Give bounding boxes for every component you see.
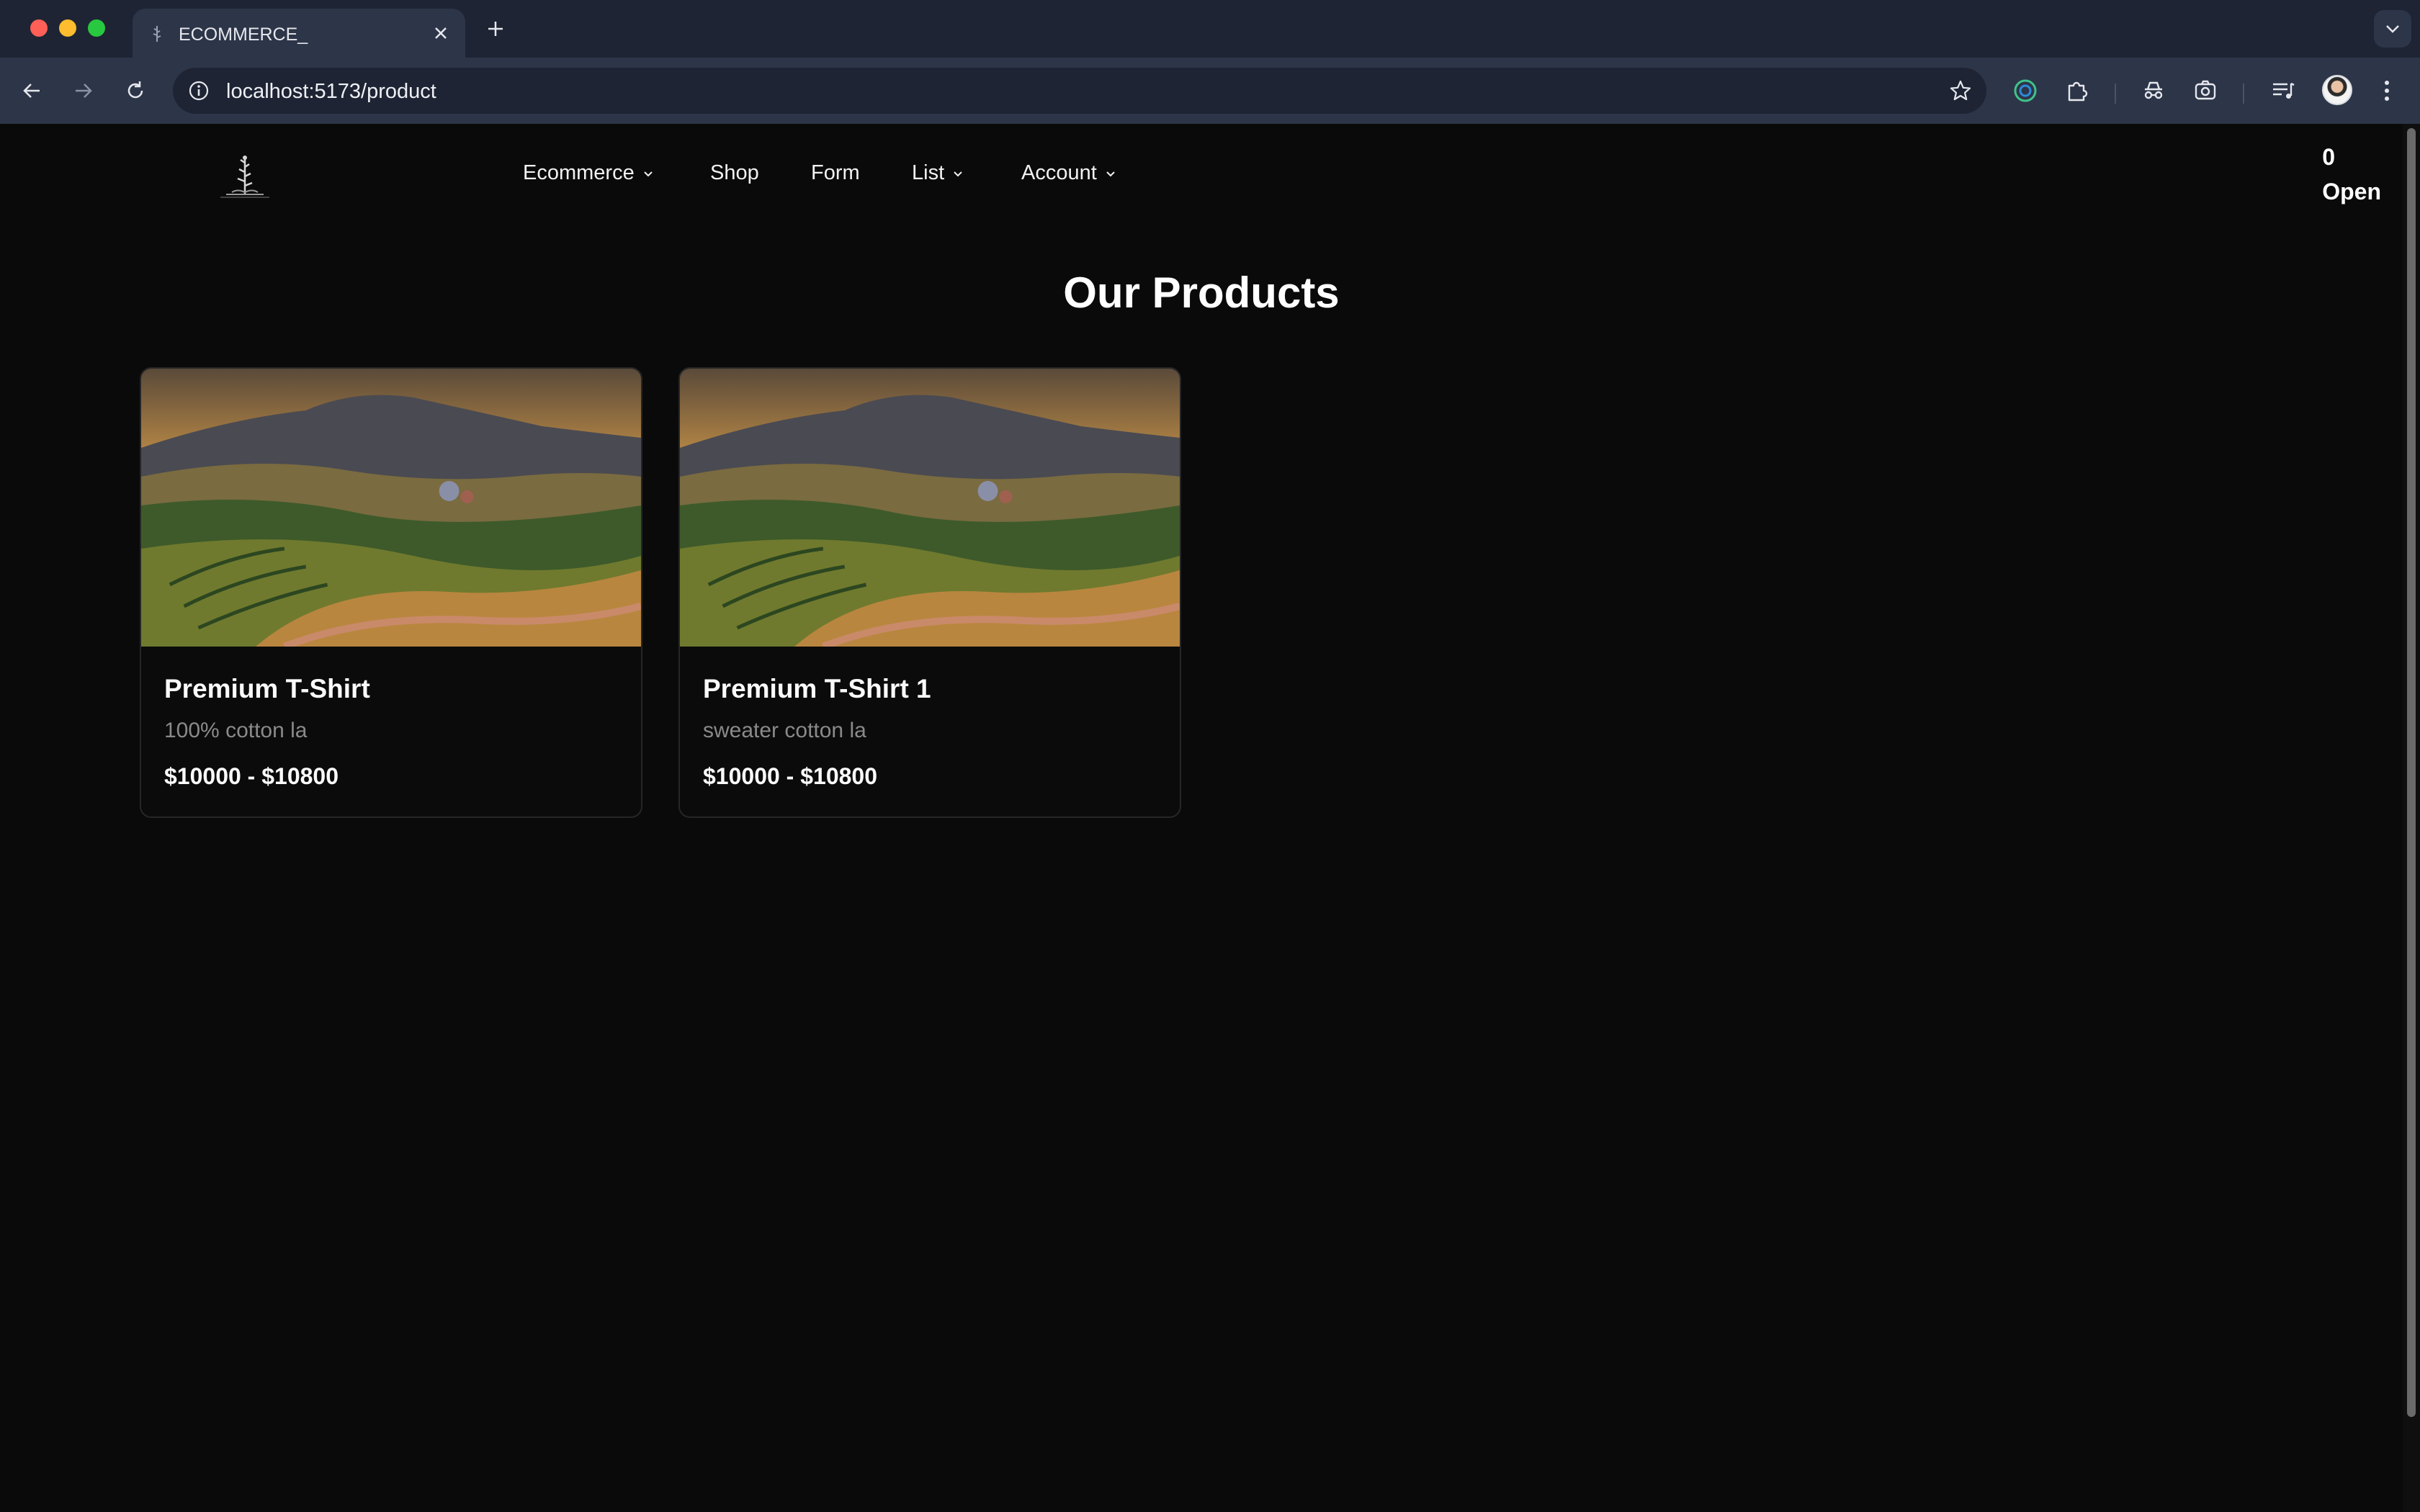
nav-item-label: Shop xyxy=(710,161,759,184)
chevron-down-icon xyxy=(1106,171,1115,176)
puzzle-icon[interactable] xyxy=(2060,73,2094,108)
scrollbar-thumb[interactable] xyxy=(2407,128,2416,1417)
nav-item-account[interactable]: Account xyxy=(1021,161,1117,185)
nav-item-form[interactable]: Form xyxy=(811,161,860,185)
reload-icon[interactable] xyxy=(118,73,153,108)
product-description: sweater cotton la xyxy=(703,719,866,742)
product-title: Premium T-Shirt xyxy=(164,674,370,703)
media-icon[interactable] xyxy=(2266,73,2300,108)
nav-item-label: Form xyxy=(811,161,860,184)
product-image xyxy=(680,369,1180,647)
product-card[interactable]: Premium T-Shirt 100% cotton la $10000 - … xyxy=(140,367,642,818)
extension-ring-icon[interactable] xyxy=(2008,73,2043,108)
toolbar-separator xyxy=(2243,84,2244,104)
tab-search-button[interactable] xyxy=(2374,10,2411,48)
cart-button[interactable]: 0 Open xyxy=(2322,140,2381,209)
screenshot-icon[interactable] xyxy=(2188,73,2223,108)
chevron-down-icon xyxy=(2386,25,2399,33)
window-zoom-button[interactable] xyxy=(88,19,105,37)
product-image xyxy=(141,369,641,647)
incognito-icon[interactable] xyxy=(2136,73,2171,108)
browser-tab-strip: ECOMMERCE_ xyxy=(0,0,2420,58)
back-icon[interactable] xyxy=(14,73,49,108)
product-description: 100% cotton la xyxy=(164,719,308,742)
cart-count: 0 xyxy=(2322,144,2336,170)
window-minimize-button[interactable] xyxy=(59,19,76,37)
browser-toolbar: localhost:5173/product xyxy=(0,58,2420,124)
nav-item-label: Ecommerce xyxy=(523,161,635,184)
new-tab-icon[interactable] xyxy=(481,14,510,43)
nav-item-label: List xyxy=(912,161,945,184)
product-price: $10000 - $10800 xyxy=(703,763,877,789)
nav-item-shop[interactable]: Shop xyxy=(710,161,759,185)
chevron-down-icon xyxy=(954,171,962,176)
page-title: Our Products xyxy=(1063,269,1340,317)
cart-open-label: Open xyxy=(2322,179,2381,204)
nav-item-label: Account xyxy=(1021,161,1097,184)
url-text: localhost:5173/product xyxy=(226,80,436,103)
chevron-down-icon xyxy=(643,171,653,176)
avatar[interactable] xyxy=(2322,75,2352,105)
window-close-button[interactable] xyxy=(30,19,48,37)
page-scrollbar[interactable] xyxy=(2403,124,2420,1512)
logo-tree-icon[interactable] xyxy=(216,153,274,200)
page-content: Ecommerce Shop Form List Account 0 Open … xyxy=(0,124,2403,1512)
address-bar[interactable]: localhost:5173/product xyxy=(173,68,1986,114)
toolbar-separator xyxy=(2115,84,2116,104)
nav-item-ecommerce[interactable]: Ecommerce xyxy=(523,161,655,185)
info-icon[interactable] xyxy=(186,78,212,104)
tab-close-icon[interactable] xyxy=(428,20,454,46)
nav-item-list[interactable]: List xyxy=(912,161,964,185)
product-card[interactable]: Premium T-Shirt 1 sweater cotton la $100… xyxy=(678,367,1181,818)
tree-favicon-icon xyxy=(153,26,161,42)
tab-title: ECOMMERCE_ xyxy=(179,24,308,45)
browser-tab-active[interactable]: ECOMMERCE_ xyxy=(133,9,465,58)
product-title: Premium T-Shirt 1 xyxy=(703,674,931,703)
star-icon[interactable] xyxy=(1946,76,1975,105)
product-price: $10000 - $10800 xyxy=(164,763,339,789)
kebab-menu-icon[interactable] xyxy=(2370,73,2404,108)
forward-icon[interactable] xyxy=(66,73,101,108)
